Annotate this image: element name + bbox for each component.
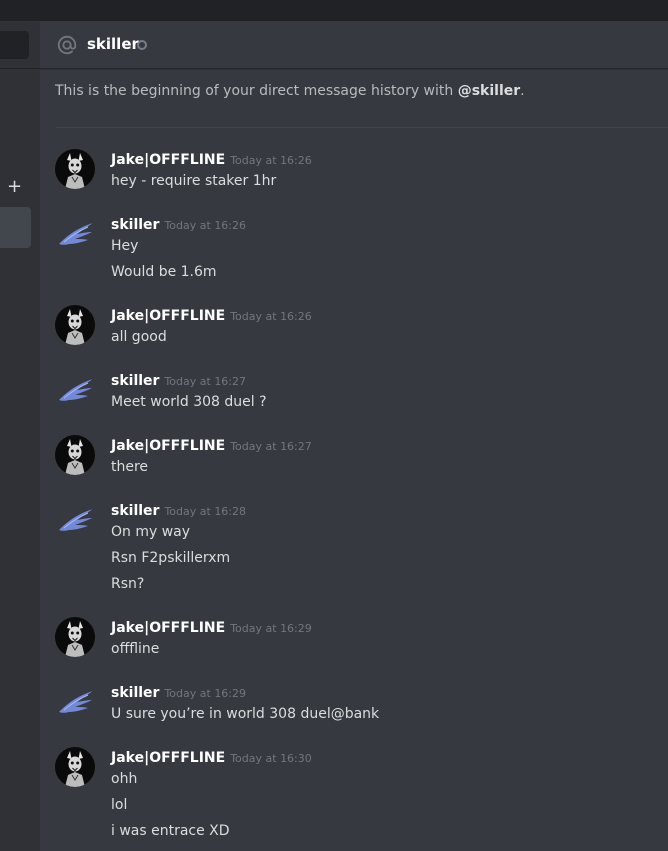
- message-header: Jake|OFFFLINE Today at 16:30: [111, 747, 312, 766]
- blue-wing-avatar-icon: [55, 370, 95, 410]
- message-header: Jake|OFFFLINE Today at 16:26: [111, 305, 312, 324]
- message-text: Hey: [111, 238, 139, 254]
- message-author[interactable]: Jake|OFFFLINE: [111, 620, 225, 636]
- window-titlebar: [0, 0, 668, 21]
- horned-skull-avatar-icon: [55, 305, 95, 345]
- message-timestamp: Today at 16:26: [230, 310, 312, 323]
- message-timestamp: Today at 16:28: [164, 505, 247, 518]
- message-text: ohh: [111, 771, 138, 787]
- horned-skull-avatar-icon: [55, 617, 95, 657]
- intro-divider: [56, 127, 668, 128]
- message-timestamp: Today at 16:27: [164, 375, 247, 388]
- message-timestamp: Today at 16:29: [230, 622, 312, 635]
- message-header: Jake|OFFFLINE Today at 16:29: [111, 617, 312, 636]
- message-text: hey - require staker 1hr: [111, 173, 277, 189]
- message-text: offfline: [111, 641, 160, 657]
- blue-wing-avatar-icon: [55, 500, 95, 540]
- channel-header: skiller: [40, 21, 668, 69]
- message-header: skiller Today at 16:28: [111, 500, 246, 519]
- message-author[interactable]: Jake|OFFFLINE: [111, 308, 225, 324]
- horned-skull-avatar-icon: [55, 435, 95, 475]
- message-text: lol: [111, 797, 128, 813]
- message-text: U sure you’re in world 308 duel@bank: [111, 706, 380, 722]
- message-author[interactable]: skiller: [111, 503, 159, 519]
- message-text: there: [111, 459, 149, 475]
- dm-intro-text: This is the beginning of your direct mes…: [55, 83, 525, 99]
- message-text: Would be 1.6m: [111, 264, 217, 280]
- horned-skull-avatar-icon: [55, 149, 95, 189]
- avatar[interactable]: [55, 617, 95, 657]
- message-header: Jake|OFFFLINE Today at 16:26: [111, 149, 312, 168]
- intro-prefix: This is the beginning of your direct mes…: [55, 83, 458, 99]
- avatar[interactable]: [55, 214, 95, 254]
- blue-wing-avatar-icon: [55, 682, 95, 722]
- offline-status-icon: [137, 40, 147, 50]
- intro-suffix: .: [520, 83, 525, 99]
- message-author[interactable]: Jake|OFFFLINE: [111, 750, 225, 766]
- message-author[interactable]: skiller: [111, 685, 159, 701]
- message-text: Rsn?: [111, 576, 145, 592]
- message-header: skiller Today at 16:29: [111, 682, 246, 701]
- dm-sidebar: +: [0, 21, 40, 851]
- sidebar-divider: [0, 68, 40, 69]
- message-header: skiller Today at 16:26: [111, 214, 246, 233]
- message-author[interactable]: Jake|OFFFLINE: [111, 152, 225, 168]
- message-text: i was entrace XD: [111, 823, 230, 839]
- message-author[interactable]: Jake|OFFFLINE: [111, 438, 225, 454]
- avatar[interactable]: [55, 747, 95, 787]
- message-text: Meet world 308 duel ?: [111, 394, 267, 410]
- find-conversation-input[interactable]: [0, 31, 29, 59]
- message-timestamp: Today at 16:26: [230, 154, 312, 167]
- message-author[interactable]: skiller: [111, 217, 159, 233]
- message-header: Jake|OFFFLINE Today at 16:27: [111, 435, 312, 454]
- message-text: On my way: [111, 524, 191, 540]
- message-timestamp: Today at 16:29: [164, 687, 247, 700]
- page-title: skiller: [87, 35, 139, 53]
- avatar[interactable]: [55, 149, 95, 189]
- message-text: Rsn F2pskillerxm: [111, 550, 231, 566]
- user-mention[interactable]: @skiller: [458, 83, 520, 99]
- avatar[interactable]: [55, 305, 95, 345]
- avatar[interactable]: [55, 500, 95, 540]
- message-timestamp: Today at 16:30: [230, 752, 312, 765]
- message-text: all good: [111, 329, 167, 345]
- avatar[interactable]: [55, 435, 95, 475]
- message-header: skiller Today at 16:27: [111, 370, 246, 389]
- avatar[interactable]: [55, 682, 95, 722]
- create-dm-button[interactable]: +: [7, 178, 22, 196]
- message-timestamp: Today at 16:26: [164, 219, 247, 232]
- horned-skull-avatar-icon: [55, 747, 95, 787]
- avatar[interactable]: [55, 370, 95, 410]
- message-timestamp: Today at 16:27: [230, 440, 312, 453]
- at-sign-icon: [57, 35, 77, 55]
- blue-wing-avatar-icon: [55, 214, 95, 254]
- selected-dm-item[interactable]: [0, 207, 31, 248]
- message-author[interactable]: skiller: [111, 373, 159, 389]
